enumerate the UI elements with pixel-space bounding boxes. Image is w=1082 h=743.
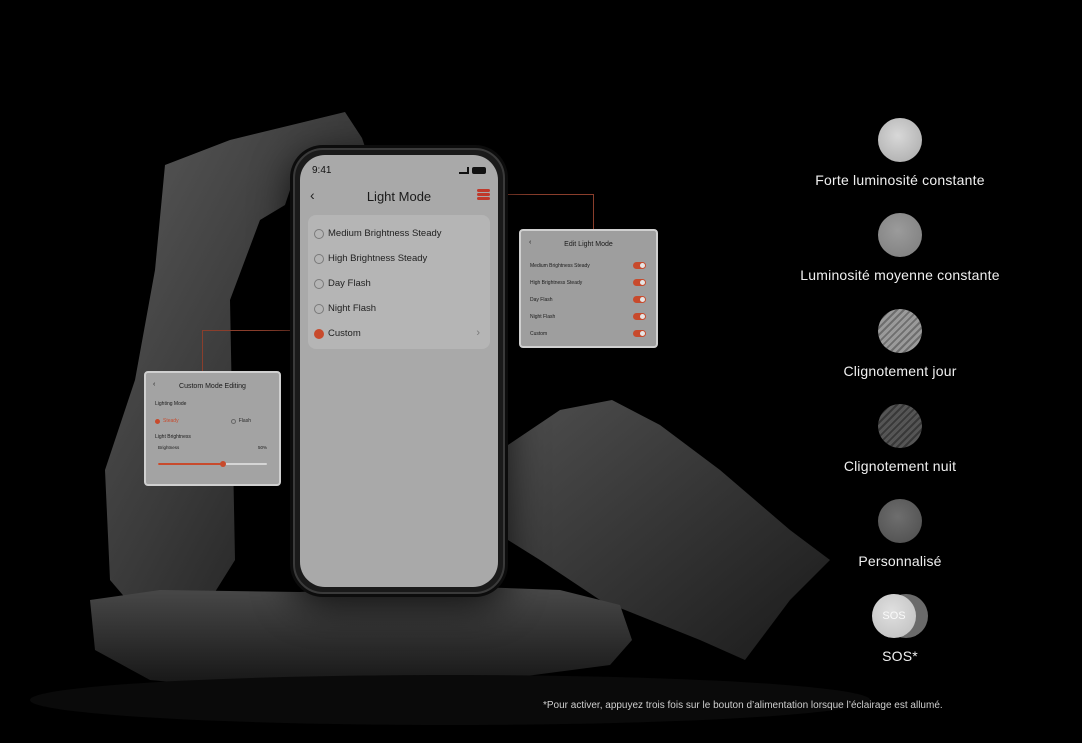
brightness-slider[interactable] — [158, 461, 267, 467]
connector-line — [203, 330, 307, 331]
status-icons — [459, 166, 486, 174]
signal-icon — [459, 166, 469, 174]
mode-label: Medium Brightness Steady — [328, 228, 442, 239]
phone-screen: 9:41 ‹ Light Mode Medium Brightness Stea… — [300, 155, 498, 587]
legend-item: Clignotement nuit — [790, 404, 1010, 474]
mode-row-custom[interactable]: Custom › — [308, 321, 490, 346]
brightness-row: Brightness 50% — [146, 443, 279, 461]
radio-icon — [230, 418, 236, 424]
night-flash-circle-icon — [878, 404, 922, 448]
edit-row: Custom — [521, 325, 656, 342]
sos-icon: SOS — [872, 594, 928, 638]
toggle-switch[interactable] — [633, 330, 646, 337]
card-header: ‹ Edit Light Mode — [521, 231, 656, 257]
legend-item: Personnalisé — [790, 499, 1010, 569]
legend-item: SOS SOS* — [790, 594, 1010, 664]
toggle-switch[interactable] — [633, 279, 646, 286]
brightness-label: Brightness — [158, 445, 180, 450]
steady-label: Steady — [163, 418, 179, 424]
radio-icon — [314, 228, 324, 239]
radio-icon — [314, 278, 324, 289]
phone-mockup: 9:41 ‹ Light Mode Medium Brightness Stea… — [293, 148, 505, 594]
app-header: ‹ Light Mode — [300, 185, 498, 207]
slider-knob[interactable] — [220, 461, 227, 467]
mode-label: Night Flash — [328, 303, 377, 314]
connector-line — [202, 330, 203, 372]
legend-item: Clignotement jour — [790, 309, 1010, 379]
mode-row-high-brightness[interactable]: High Brightness Steady — [308, 246, 490, 271]
legend-label: SOS* — [882, 648, 918, 664]
legend-label: Luminosité moyenne constante — [800, 267, 1000, 283]
footnote: *Pour activer, appuyez trois fois sur le… — [543, 700, 943, 711]
brightness-value: 50% — [257, 445, 267, 450]
light-brightness-label: Light Brightness — [155, 434, 191, 440]
back-chevron-icon[interactable]: ‹ — [310, 187, 315, 203]
base-slab — [90, 585, 632, 690]
edit-list-icon[interactable] — [477, 188, 490, 202]
mode-row-day-flash[interactable]: Day Flash — [308, 271, 490, 296]
edit-row: Night Flash — [521, 308, 656, 325]
radio-icon — [314, 303, 324, 314]
sos-badge: SOS — [872, 594, 916, 638]
mode-label: High Brightness Steady — [328, 253, 428, 264]
medium-steady-circle-icon — [878, 213, 922, 257]
day-flash-circle-icon — [878, 309, 922, 353]
chevron-right-icon: › — [476, 327, 480, 339]
radio-selected-icon — [155, 418, 160, 424]
toggle-switch[interactable] — [633, 313, 646, 320]
legend-item: Forte luminosité constante — [790, 118, 1010, 188]
card-title: Custom Mode Editing — [179, 382, 246, 390]
edit-row-label: Day Flash — [530, 296, 553, 303]
edit-row: High Brightness Steady — [521, 274, 656, 291]
legend-label: Clignotement jour — [843, 363, 957, 379]
custom-circle-icon — [878, 499, 922, 543]
mode-label: Custom — [328, 328, 361, 339]
lighting-mode-options: Steady Flash — [146, 410, 279, 432]
legend-label: Forte luminosité constante — [815, 172, 985, 188]
flash-label: Flash — [238, 418, 251, 424]
steady-option[interactable]: Steady — [155, 418, 179, 424]
back-chevron-icon[interactable]: ‹ — [529, 239, 531, 246]
mode-list: Medium Brightness Steady High Brightness… — [308, 215, 490, 349]
legend-label: Personnalisé — [858, 553, 942, 569]
status-bar: 9:41 — [312, 163, 486, 177]
edit-row-label: Custom — [530, 330, 548, 337]
status-time: 9:41 — [312, 164, 332, 176]
toggle-switch[interactable] — [633, 296, 646, 303]
legend-label: Clignotement nuit — [843, 458, 957, 474]
battery-icon — [472, 166, 486, 174]
edit-row: Day Flash — [521, 291, 656, 308]
mode-row-night-flash[interactable]: Night Flash — [308, 296, 490, 321]
edit-row-label: Medium Brightness Steady — [530, 262, 590, 269]
connector-line — [490, 194, 594, 195]
card-header: ‹ Custom Mode Editing — [146, 373, 279, 399]
toggle-switch[interactable] — [633, 262, 646, 269]
edit-light-mode-card: ‹ Edit Light Mode Medium Brightness Stea… — [519, 229, 658, 348]
mode-row-medium-brightness[interactable]: Medium Brightness Steady — [308, 221, 490, 246]
page-title: Light Mode — [366, 188, 432, 204]
radio-icon — [314, 253, 324, 264]
connector-line — [593, 194, 594, 230]
lighting-mode-label: Lighting Mode — [155, 401, 187, 407]
mode-label: Day Flash — [328, 278, 371, 289]
edit-row-label: Night Flash — [530, 313, 556, 320]
high-steady-circle-icon — [878, 118, 922, 162]
legend-item: Luminosité moyenne constante — [790, 213, 1010, 283]
card-title: Edit Light Mode — [564, 240, 613, 248]
edit-row: Medium Brightness Steady — [521, 257, 656, 274]
radio-selected-icon — [314, 328, 324, 339]
custom-mode-editing-card: ‹ Custom Mode Editing Lighting Mode Stea… — [144, 371, 281, 486]
back-chevron-icon[interactable]: ‹ — [153, 381, 155, 388]
edit-row-label: High Brightness Steady — [530, 279, 583, 286]
flash-option[interactable]: Flash — [230, 418, 251, 424]
slider-fill — [158, 463, 224, 465]
